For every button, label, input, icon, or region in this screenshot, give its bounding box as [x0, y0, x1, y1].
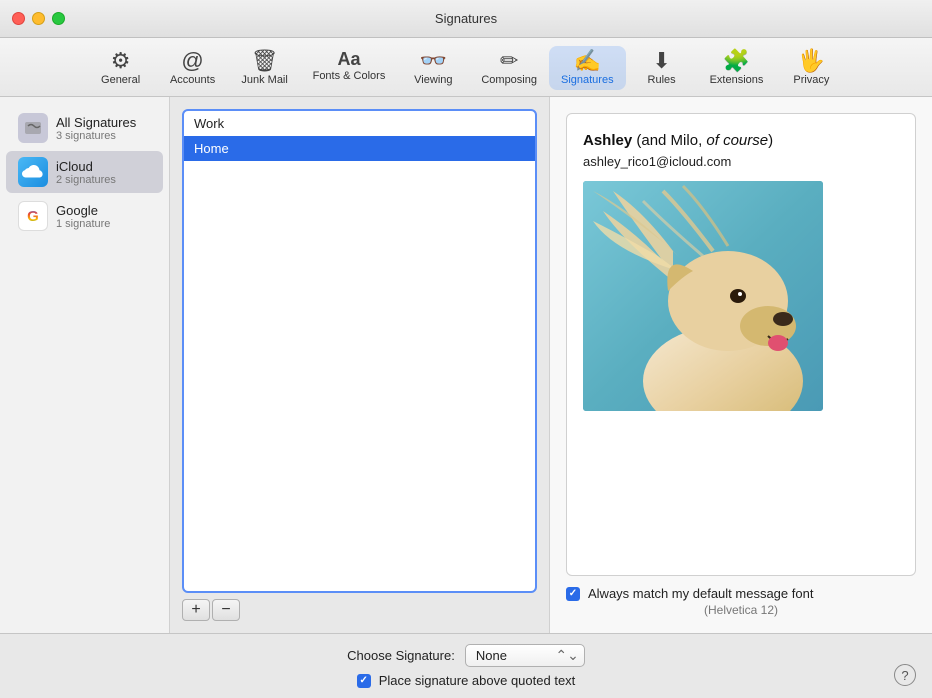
fonts-icon: Aa [337, 50, 360, 68]
fullscreen-button[interactable] [52, 12, 65, 25]
toolbar-item-rules[interactable]: ⬇ Rules [626, 46, 698, 90]
signature-preview-image [583, 181, 823, 411]
font-match-sub: (Helvetica 12) [566, 603, 916, 617]
preview-name-italic: of course [706, 132, 768, 149]
toolbar-label-fonts: Fonts & Colors [313, 70, 386, 82]
window-title: Signatures [435, 11, 497, 26]
choose-signature-select[interactable]: None Work Home [465, 644, 585, 667]
sidebar-item-all-signatures[interactable]: All Signatures 3 signatures [6, 107, 163, 149]
choose-signature-label: Choose Signature: [347, 648, 455, 663]
toolbar-label-composing: Composing [481, 74, 537, 86]
icloud-text: iCloud 2 signatures [56, 159, 116, 186]
junk-icon: 🗑 [251, 50, 279, 72]
all-signatures-icon [18, 113, 48, 143]
add-signature-button[interactable]: + [182, 599, 210, 621]
all-signatures-count: 3 signatures [56, 130, 136, 142]
toolbar-label-general: General [101, 74, 140, 86]
extensions-icon: 🧩 [723, 50, 750, 72]
google-icon: G [18, 201, 48, 231]
font-match-row: Always match my default message font [566, 586, 916, 601]
signatures-icon: ✍ [574, 50, 601, 72]
all-signatures-name: All Signatures [56, 115, 136, 130]
font-match-checkbox[interactable] [566, 587, 580, 601]
bottom-bar: Choose Signature: None Work Home ⌃⌄ Plac… [0, 633, 932, 698]
toolbar-item-junkmail[interactable]: 🗑 Junk Mail [229, 46, 301, 90]
signature-item-home[interactable]: Home [184, 136, 535, 161]
toolbar-label-signatures: Signatures [561, 74, 614, 86]
toolbar-label-accounts: Accounts [170, 74, 215, 86]
sidebar-item-icloud[interactable]: iCloud 2 signatures [6, 151, 163, 193]
choose-signature-select-wrapper: None Work Home ⌃⌄ [465, 644, 585, 667]
signature-preview-name: Ashley (and Milo, of course) [583, 130, 899, 151]
sidebar: All Signatures 3 signatures iCloud 2 sig… [0, 97, 170, 633]
main-content: All Signatures 3 signatures iCloud 2 sig… [0, 97, 932, 633]
icloud-icon [18, 157, 48, 187]
traffic-lights [12, 12, 65, 25]
google-name: Google [56, 203, 110, 218]
viewing-icon: 👓 [420, 50, 447, 72]
preview-name-rest: (and Milo, of course) [632, 132, 773, 149]
toolbar-item-viewing[interactable]: 👓 Viewing [397, 46, 469, 90]
sidebar-item-google[interactable]: G Google 1 signature [6, 195, 163, 237]
signature-preview-card: Ashley (and Milo, of course) ashley_rico… [566, 113, 916, 576]
google-g-letter: G [27, 208, 39, 225]
google-count: 1 signature [56, 218, 110, 230]
toolbar-label-privacy: Privacy [793, 74, 829, 86]
bottom-bar-wrapper: Choose Signature: None Work Home ⌃⌄ Plac… [0, 633, 932, 698]
icloud-count: 2 signatures [56, 174, 116, 186]
gear-icon: ⚙ [111, 50, 131, 72]
signature-preview-email: ashley_rico1@icloud.com [583, 154, 899, 169]
signature-list-buttons: + − [182, 599, 537, 621]
toolbar-item-composing[interactable]: ✏ Composing [469, 46, 549, 90]
preview-name-bold: Ashley [583, 132, 632, 149]
close-button[interactable] [12, 12, 25, 25]
composing-icon: ✏ [500, 50, 518, 72]
toolbar-label-extensions: Extensions [710, 74, 764, 86]
signature-list: Work Home [182, 109, 537, 593]
toolbar-item-signatures[interactable]: ✍ Signatures [549, 46, 626, 90]
place-sig-label: Place signature above quoted text [379, 673, 576, 688]
toolbar-item-extensions[interactable]: 🧩 Extensions [698, 46, 776, 90]
font-match-label: Always match my default message font [588, 586, 813, 601]
toolbar-item-accounts[interactable]: @ Accounts [157, 46, 229, 90]
remove-signature-button[interactable]: − [212, 599, 240, 621]
toolbar-item-general[interactable]: ⚙ General [85, 46, 157, 90]
all-signatures-text: All Signatures 3 signatures [56, 115, 136, 142]
preview-panel: Ashley (and Milo, of course) ashley_rico… [550, 97, 932, 633]
toolbar-label-rules: Rules [648, 74, 676, 86]
toolbar-item-privacy[interactable]: 🖐 Privacy [775, 46, 847, 90]
toolbar: ⚙ General @ Accounts 🗑 Junk Mail Aa Font… [0, 38, 932, 97]
toolbar-label-viewing: Viewing [414, 74, 452, 86]
middle-panel: Work Home + − [170, 97, 550, 633]
privacy-icon: 🖐 [798, 50, 825, 72]
signature-item-work[interactable]: Work [184, 111, 535, 136]
toolbar-label-junkmail: Junk Mail [241, 74, 287, 86]
place-signature-row: Place signature above quoted text [357, 673, 576, 688]
at-icon: @ [181, 50, 203, 72]
rules-icon: ⬇ [652, 50, 670, 72]
help-button[interactable]: ? [894, 664, 916, 686]
choose-signature-row: Choose Signature: None Work Home ⌃⌄ [347, 644, 585, 667]
icloud-name: iCloud [56, 159, 116, 174]
toolbar-item-fonts[interactable]: Aa Fonts & Colors [301, 46, 398, 90]
title-bar: Signatures [0, 0, 932, 38]
minimize-button[interactable] [32, 12, 45, 25]
google-text: Google 1 signature [56, 203, 110, 230]
place-sig-checkbox[interactable] [357, 674, 371, 688]
